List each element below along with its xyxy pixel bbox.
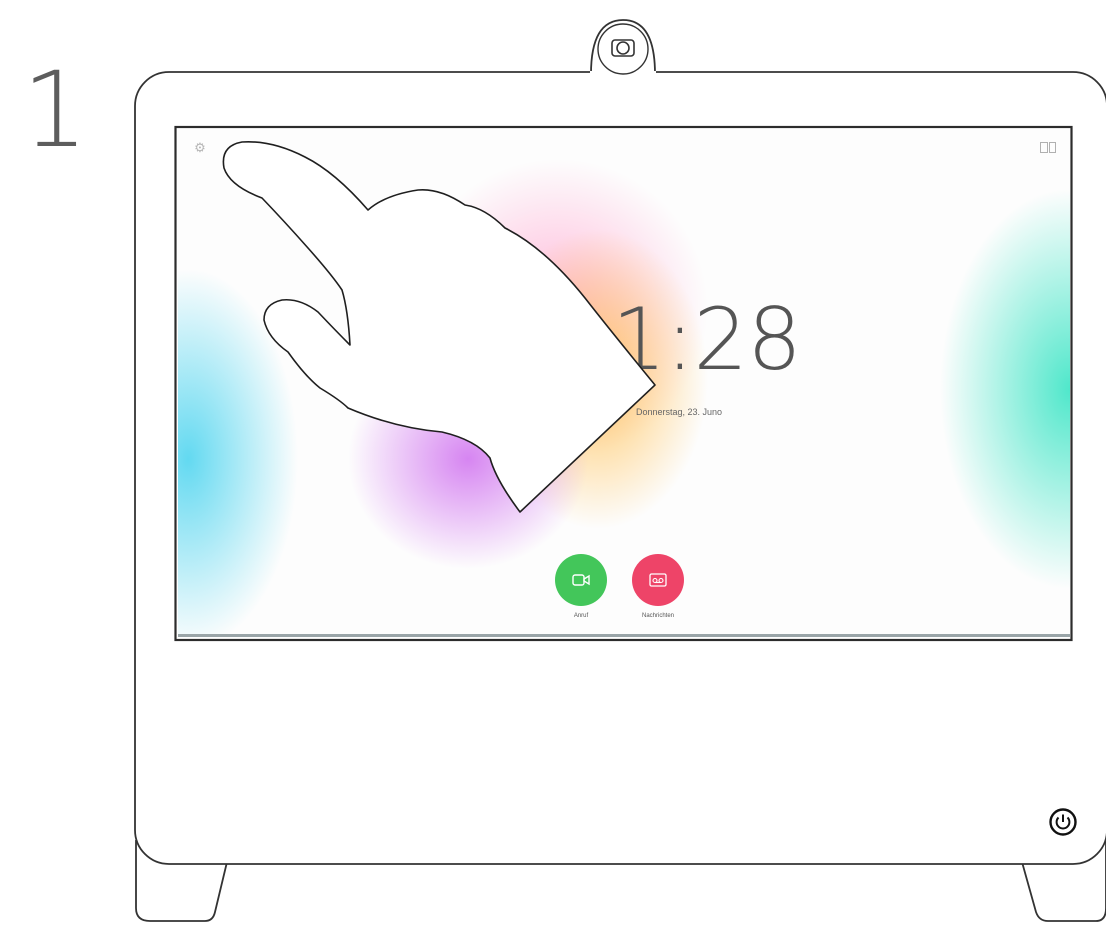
pointing-hand-icon [222,140,656,513]
power-icon[interactable] [1047,806,1079,838]
